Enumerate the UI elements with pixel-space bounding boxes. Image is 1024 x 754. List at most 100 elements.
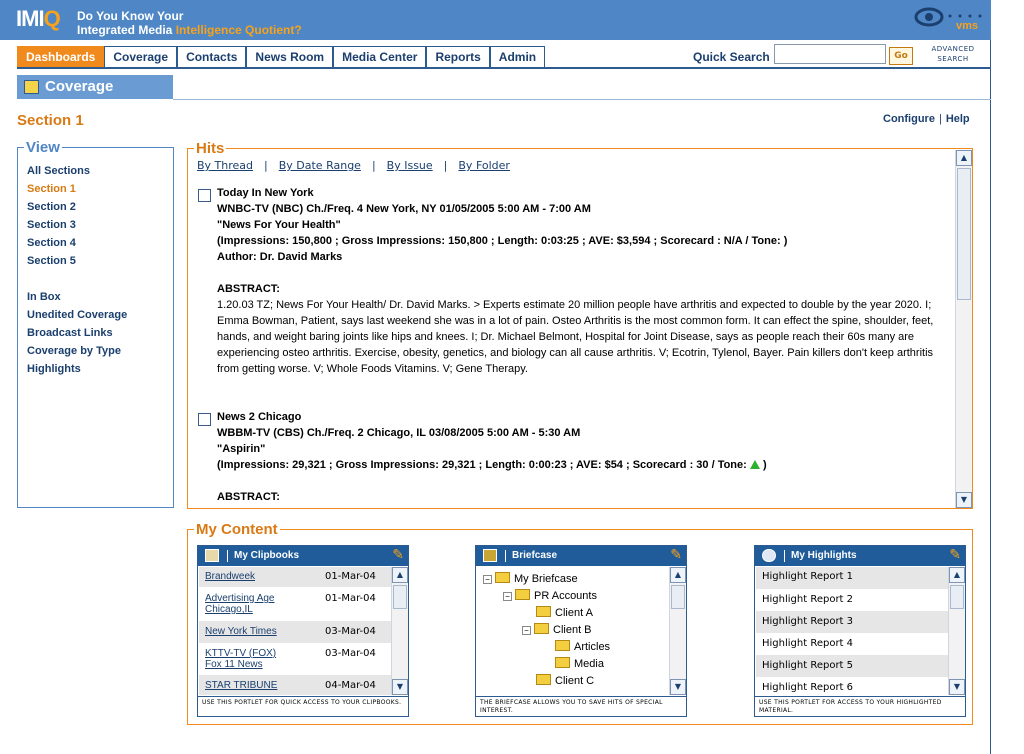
list-item[interactable]: Highlight Report 6 xyxy=(756,677,948,695)
tree-node-my-briefcase[interactable]: − My Briefcase xyxy=(483,571,578,588)
clipbook-link[interactable]: KTTV-TV (FOX) xyxy=(205,648,276,659)
scroll-up-icon[interactable]: ▲ xyxy=(949,567,965,583)
quick-search-label: Quick Search xyxy=(693,50,770,64)
hits-scrollbar[interactable]: ▲ ▼ xyxy=(955,150,972,508)
help-link[interactable]: Help xyxy=(946,113,970,125)
edit-pencil-icon[interactable]: ✎ xyxy=(949,547,961,563)
scrollbar-thumb[interactable] xyxy=(393,585,407,609)
hit-metrics: (Impressions: 150,800 ; Gross Impression… xyxy=(217,235,788,247)
go-button[interactable]: Go xyxy=(889,47,913,65)
positive-tone-icon xyxy=(749,460,760,469)
hit-checkbox[interactable] xyxy=(198,413,211,426)
list-item[interactable]: STAR TRIBUNE 04-Mar-04 xyxy=(199,675,391,695)
scroll-up-icon[interactable]: ▲ xyxy=(392,567,408,583)
hit-station: WBBM-TV (CBS) Ch./Freq. 2 Chicago, IL 03… xyxy=(217,427,581,439)
scrollbar-thumb[interactable] xyxy=(957,168,971,300)
hit-headline: "Aspirin" xyxy=(217,443,266,455)
scroll-down-icon[interactable]: ▼ xyxy=(392,679,408,695)
list-item[interactable]: Highlight Report 3 xyxy=(756,611,948,633)
list-item[interactable]: New York Times 03-Mar-04 xyxy=(199,621,391,643)
quick-search-input[interactable] xyxy=(774,44,886,64)
clipbook-link-2[interactable]: Fox 11 News xyxy=(205,659,263,670)
view-link-section-1[interactable]: Section 1 xyxy=(27,183,76,195)
clipbook-link[interactable]: Brandweek xyxy=(205,571,255,582)
folder-icon xyxy=(536,674,551,685)
view-link-coverage-by-type[interactable]: Coverage by Type xyxy=(27,345,121,357)
tree-node-articles[interactable]: Articles xyxy=(555,639,610,656)
list-item[interactable]: Highlight Report 4 xyxy=(756,633,948,655)
scroll-up-icon[interactable]: ▲ xyxy=(670,567,686,583)
scrollbar-thumb[interactable] xyxy=(950,585,964,609)
view-link-in-box[interactable]: In Box xyxy=(27,291,61,303)
view-link-section-4[interactable]: Section 4 xyxy=(27,237,76,249)
hit-program[interactable]: Today In New York xyxy=(217,185,939,201)
collapse-icon[interactable]: − xyxy=(503,592,512,601)
view-link-section-5[interactable]: Section 5 xyxy=(27,255,76,267)
hit-program[interactable]: News 2 Chicago xyxy=(217,409,939,425)
highlights-list: Highlight Report 1 Highlight Report 2 Hi… xyxy=(756,567,965,695)
filter-by-thread[interactable]: By Thread xyxy=(197,159,253,172)
tree-node-client-b[interactable]: − Client B xyxy=(522,622,592,639)
list-item[interactable]: Brandweek 01-Mar-04 xyxy=(199,567,391,587)
hit-item: News 2 Chicago WBBM-TV (CBS) Ch./Freq. 2… xyxy=(217,409,939,505)
view-link-all-sections[interactable]: All Sections xyxy=(27,165,90,177)
scroll-down-icon[interactable]: ▼ xyxy=(956,492,972,508)
list-item[interactable]: Highlight Report 2 xyxy=(756,589,948,611)
list-item[interactable]: Advertising Age Chicago,IL 01-Mar-04 xyxy=(199,587,391,621)
clipbook-link-2[interactable]: Chicago,IL xyxy=(205,604,253,615)
clipbook-link[interactable]: New York Times xyxy=(205,626,277,637)
configure-link[interactable]: Configure xyxy=(883,113,935,125)
tree-node-pr-accounts[interactable]: − PR Accounts xyxy=(503,588,597,605)
briefcase-scrollbar[interactable]: ▲ ▼ xyxy=(669,567,686,695)
clipbooks-scrollbar[interactable]: ▲ ▼ xyxy=(391,567,408,695)
folder-icon xyxy=(555,657,570,668)
list-item[interactable]: Highlight Report 1 xyxy=(756,567,948,589)
filter-by-folder[interactable]: By Folder xyxy=(458,159,510,172)
highlights-header: My Highlights xyxy=(755,546,965,566)
scroll-up-icon[interactable]: ▲ xyxy=(956,150,972,166)
filter-by-issue[interactable]: By Issue xyxy=(387,159,433,172)
view-link-unedited-coverage[interactable]: Unedited Coverage xyxy=(27,309,127,321)
scroll-down-icon[interactable]: ▼ xyxy=(670,679,686,695)
briefcase-tree: − My Briefcase − PR Accounts Client A − Cli… xyxy=(477,567,686,695)
tree-node-client-a[interactable]: Client A xyxy=(536,605,593,622)
view-legend: View xyxy=(24,139,62,156)
edit-pencil-icon[interactable]: ✎ xyxy=(670,547,682,563)
filter-by-date-range[interactable]: By Date Range xyxy=(279,159,361,172)
tab-media-center[interactable]: Media Center xyxy=(333,46,427,68)
list-item[interactable]: KTTV-TV (FOX) Fox 11 News 03-Mar-04 xyxy=(199,643,391,675)
view-link-section-2[interactable]: Section 2 xyxy=(27,201,76,213)
advanced-search-link[interactable]: ADVANCED SEARCH xyxy=(928,44,978,64)
tab-reports[interactable]: Reports xyxy=(426,46,490,68)
highlights-scrollbar[interactable]: ▲ ▼ xyxy=(948,567,965,695)
page-title: Coverage xyxy=(17,75,173,99)
coverage-icon xyxy=(24,80,39,94)
clipbook-link[interactable]: STAR TRIBUNE xyxy=(205,680,277,691)
clipbook-link[interactable]: Advertising Age xyxy=(205,593,275,604)
tree-node-client-c[interactable]: Client C xyxy=(536,673,594,690)
briefcase-portlet: Briefcase ✎ − My Briefcase − PR Accounts C… xyxy=(475,545,687,717)
view-link-broadcast-links[interactable]: Broadcast Links xyxy=(27,327,113,339)
scroll-down-icon[interactable]: ▼ xyxy=(949,679,965,695)
briefcase-icon xyxy=(483,549,497,562)
folder-icon xyxy=(515,589,530,600)
tab-contacts[interactable]: Contacts xyxy=(177,46,247,68)
scrollbar-thumb[interactable] xyxy=(671,585,685,609)
view-link-highlights[interactable]: Highlights xyxy=(27,363,81,375)
my-content-legend: My Content xyxy=(194,521,280,538)
clipbooks-header: My Clipbooks xyxy=(198,546,408,566)
clipbook-date: 01-Mar-04 xyxy=(325,571,376,582)
edit-pencil-icon[interactable]: ✎ xyxy=(392,547,404,563)
link-separator: | xyxy=(938,113,942,125)
tree-node-media[interactable]: Media xyxy=(555,656,604,673)
tab-admin[interactable]: Admin xyxy=(489,46,546,68)
hit-checkbox[interactable] xyxy=(198,189,211,202)
tab-news-room[interactable]: News Room xyxy=(246,46,334,68)
list-item[interactable]: Highlight Report 5 xyxy=(756,655,948,677)
collapse-icon[interactable]: − xyxy=(483,575,492,584)
collapse-icon[interactable]: − xyxy=(522,626,531,635)
section-title: Section 1 xyxy=(17,112,84,129)
tab-coverage[interactable]: Coverage xyxy=(104,46,178,68)
view-link-section-3[interactable]: Section 3 xyxy=(27,219,76,231)
tab-dashboards[interactable]: Dashboards xyxy=(17,46,105,68)
